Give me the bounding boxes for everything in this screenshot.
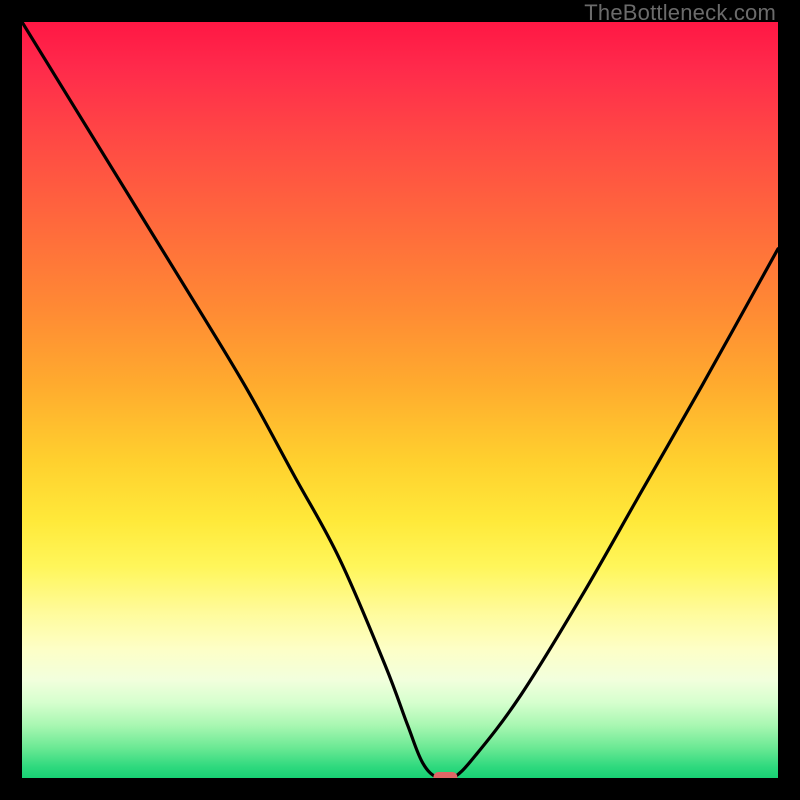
plot-area [22,22,778,778]
curve-layer [22,22,778,778]
min-marker [433,772,457,778]
bottleneck-curve [22,22,778,778]
chart-frame: TheBottleneck.com [0,0,800,800]
